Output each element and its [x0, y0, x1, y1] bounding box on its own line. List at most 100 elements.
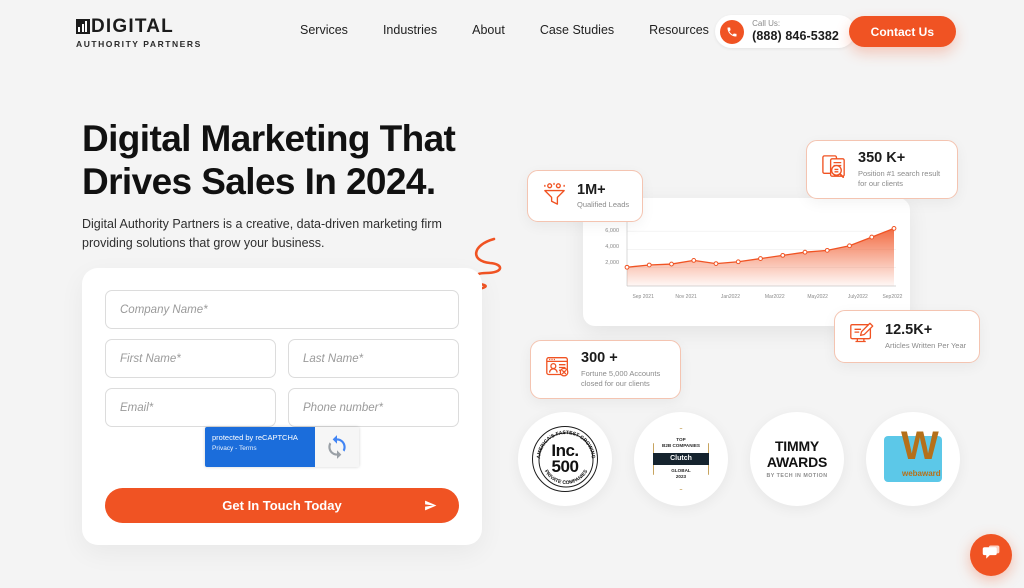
- timmy-line1: TIMMY: [774, 438, 820, 455]
- stat-card-fortune-accounts: 300 + Fortune 5,000 Accounts closed for …: [530, 340, 681, 399]
- monitor-pencil-icon: [848, 320, 876, 353]
- stat-card-search-results: 350 K+ Position #1 search result for our…: [806, 140, 958, 199]
- contact-form: protected by reCAPTCHA Privacy - Terms G…: [82, 268, 482, 545]
- x-tick-4: May2022: [807, 294, 828, 300]
- x-tick-5: July2022: [847, 294, 868, 300]
- clutch-band-label: Clutch: [653, 452, 709, 465]
- hero-title-line2: Drives Sales In 2024.: [82, 160, 436, 202]
- chart-legend: Users: [603, 208, 898, 214]
- chart-plot-area: 2,000 4,000 6,000 Sep 2021 Nov 2021 Jan2…: [595, 218, 902, 306]
- user-card-icon: [544, 353, 572, 386]
- stat-description: Articles Written Per Year: [885, 340, 967, 350]
- contact-us-button[interactable]: Contact Us: [848, 16, 956, 47]
- logo-main-text: DIGITAL: [91, 16, 174, 37]
- chat-widget-button[interactable]: [970, 534, 1012, 576]
- logo-sub-text: AUTHORITY PARTNERS: [76, 39, 202, 49]
- contact-row: [105, 388, 459, 427]
- award-badge-inc-500: AMERICA'S FASTEST GROWING PRIVATE COMPAN…: [518, 412, 612, 506]
- nav-item-resources[interactable]: Resources: [649, 23, 709, 37]
- recaptcha-links[interactable]: Privacy - Terms: [212, 445, 308, 452]
- recaptcha-text-block: protected by reCAPTCHA Privacy - Terms: [205, 427, 315, 467]
- stat-number: 350 K+: [858, 150, 906, 166]
- y-tick-4000: 4,000: [605, 244, 619, 250]
- call-us-number: (888) 846-5382: [752, 28, 839, 43]
- x-tick-6: Sep2022: [882, 294, 903, 300]
- timmy-wordmark: TIMMY AWARDS BY TECH IN MOTION: [766, 438, 828, 479]
- nav-item-services[interactable]: Services: [300, 23, 348, 37]
- paper-plane-icon: [424, 499, 437, 515]
- x-tick-2: Jan2022: [720, 294, 740, 300]
- phone-icon: [720, 19, 745, 44]
- y-tick-6000: 6,000: [605, 228, 619, 234]
- stat-description: Position #1 search result for our client…: [858, 168, 941, 188]
- svg-text:PRIVATE COMPANIES: PRIVATE COMPANIES: [543, 468, 590, 486]
- clutch-seal: TOP B2B COMPANIES Clutch GLOBAL 2023: [653, 428, 709, 490]
- award-badge-clutch: TOP B2B COMPANIES Clutch GLOBAL 2023: [634, 412, 728, 506]
- clutch-top-text: TOP B2B COMPANIES: [662, 437, 700, 450]
- logo-wordmark: DIGITAL: [76, 17, 202, 36]
- bar-chart-icon: [76, 19, 90, 34]
- award-badge-timmy: TIMMY AWARDS BY TECH IN MOTION: [750, 412, 844, 506]
- nav-item-case-studies[interactable]: Case Studies: [540, 23, 614, 37]
- call-us-text: Call Us: (888) 846-5382: [752, 19, 839, 43]
- clutch-top-line1: TOP: [676, 436, 686, 442]
- webaward-label: webaward: [902, 469, 941, 478]
- svg-text:AMERICA'S FASTEST GROWING: AMERICA'S FASTEST GROWING: [536, 430, 596, 459]
- stat-description: Fortune 5,000 Accounts closed for our cl…: [581, 368, 661, 388]
- x-tick-1: Nov 2021: [675, 294, 697, 300]
- stat-card-qualified-leads: 1M+ Qualified Leads: [527, 170, 644, 222]
- timmy-line3: BY TECH IN MOTION: [766, 472, 828, 479]
- clutch-top-line2: B2B COMPANIES: [662, 443, 700, 449]
- clutch-bottom-line1: GLOBAL: [671, 467, 691, 473]
- chart-svg: [624, 222, 897, 287]
- clutch-bottom-line2: 2023: [675, 474, 687, 480]
- document-search-icon: [820, 152, 849, 186]
- phone-input[interactable]: [288, 388, 459, 427]
- inc-500-seal: AMERICA'S FASTEST GROWING PRIVATE COMPAN…: [532, 426, 598, 492]
- main-navigation: Services Industries About Case Studies R…: [300, 23, 709, 37]
- recaptcha-main-text: protected by reCAPTCHA: [212, 433, 298, 442]
- submit-button[interactable]: Get In Touch Today: [105, 488, 459, 523]
- x-tick-3: Mar2022: [764, 294, 785, 300]
- nav-item-about[interactable]: About: [472, 23, 505, 37]
- hero-subtitle: Digital Authority Partners is a creative…: [82, 217, 442, 250]
- timmy-line2: AWARDS: [766, 453, 828, 470]
- award-badges: AMERICA'S FASTEST GROWING PRIVATE COMPAN…: [518, 412, 960, 506]
- y-tick-2000: 2,000: [605, 260, 619, 266]
- stat-text-qualified-leads: 1M+ Qualified Leads: [577, 182, 629, 211]
- award-badge-webaward: W webaward: [866, 412, 960, 506]
- webaward-letter: W: [901, 424, 939, 468]
- clutch-bottom-text: GLOBAL 2023: [671, 468, 690, 482]
- stat-card-articles-written: 12.5K+ Articles Written Per Year: [834, 310, 981, 363]
- chart-x-axis: Sep 2021 Nov 2021 Jan2022 Mar2022 May202…: [621, 294, 902, 306]
- stat-number: 12.5K+: [885, 322, 933, 339]
- hero-title-line1: Digital Marketing That: [82, 118, 456, 159]
- x-tick-0: Sep 2021: [632, 294, 654, 300]
- stat-text-search-results: 350 K+ Position #1 search result for our…: [858, 150, 944, 189]
- chat-bubble-icon: [981, 542, 1002, 568]
- first-name-input[interactable]: [105, 339, 276, 378]
- email-input[interactable]: [105, 388, 276, 427]
- stat-number: 300 +: [581, 350, 618, 366]
- call-us-button[interactable]: Call Us: (888) 846-5382: [715, 15, 855, 48]
- recaptcha-logo-icon: [315, 427, 359, 467]
- stat-text-fortune-accounts: 300 + Fortune 5,000 Accounts closed for …: [581, 350, 667, 389]
- stat-number: 1M+: [577, 181, 606, 198]
- inc-arc-top: AMERICA'S FASTEST GROWING: [536, 430, 596, 459]
- name-row: [105, 339, 459, 378]
- nav-item-industries[interactable]: Industries: [383, 23, 437, 37]
- site-header: DIGITAL AUTHORITY PARTNERS Services Indu…: [0, 0, 1024, 62]
- stat-text-articles-written: 12.5K+ Articles Written Per Year: [885, 322, 966, 351]
- page-title: Digital Marketing That Drives Sales In 2…: [82, 118, 512, 204]
- funnel-icon: [541, 180, 568, 212]
- recaptcha-badge[interactable]: protected by reCAPTCHA Privacy - Terms: [205, 427, 359, 467]
- chart-y-axis: 2,000 4,000 6,000: [595, 218, 621, 290]
- company-name-input[interactable]: [105, 290, 459, 329]
- last-name-input[interactable]: [288, 339, 459, 378]
- stat-description: Qualified Leads: [577, 200, 630, 210]
- webaward-logo: W webaward: [884, 426, 942, 482]
- landing-page: DIGITAL AUTHORITY PARTNERS Services Indu…: [0, 0, 1024, 588]
- submit-button-label: Get In Touch Today: [222, 498, 342, 513]
- inc-arc-bottom: PRIVATE COMPANIES: [543, 468, 590, 486]
- site-logo[interactable]: DIGITAL AUTHORITY PARTNERS: [76, 17, 202, 49]
